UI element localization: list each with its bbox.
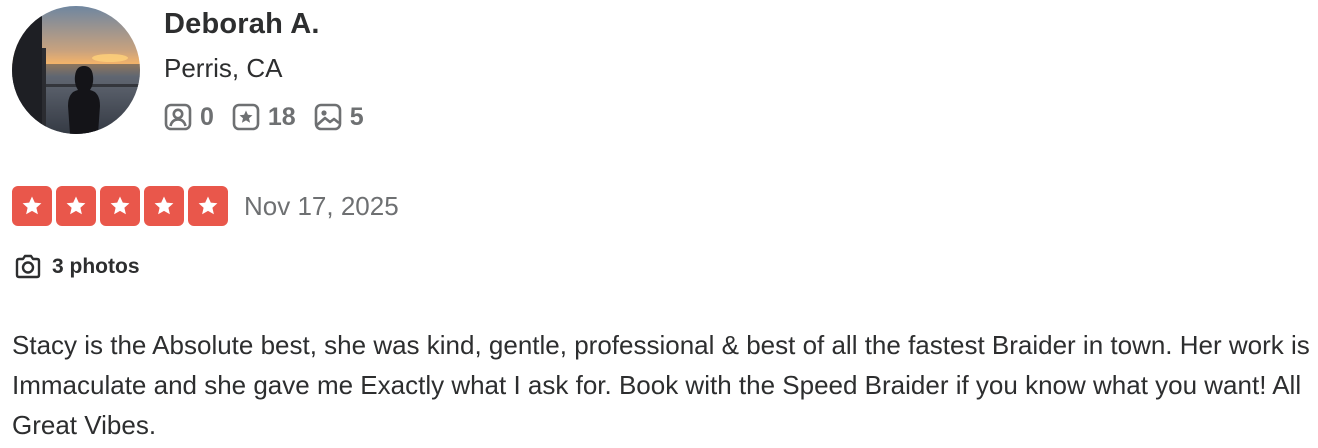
camera-icon [15,254,41,279]
user-location: Perris, CA [164,53,283,83]
user-avatar[interactable] [12,6,140,134]
user-stats: 0 18 5 [164,101,382,133]
photos-label: 3 photos [52,255,140,278]
star-icon [56,186,96,226]
photos-stat: 5 [314,103,364,132]
star-rating [12,186,232,226]
rating-row: Nov 17, 2025 [12,186,399,226]
photos-icon [314,103,342,131]
photos-count: 5 [349,102,364,131]
friends-count: 0 [200,102,214,131]
user-name[interactable]: Deborah A. [164,8,320,41]
reviews-stat: 18 [232,103,296,132]
review-date: Nov 17, 2025 [244,190,399,221]
review-text: Stacy is the Absolute best, she was kind… [12,330,1310,440]
star-icon [12,186,52,226]
star-icon [144,186,184,226]
avatar-image [12,6,140,134]
reviews-icon [232,103,260,131]
friends-icon [164,103,192,131]
star-icon [100,186,140,226]
reviews-count: 18 [267,102,296,131]
review-photos-link[interactable]: 3 photos [14,252,140,282]
star-icon [188,186,228,226]
friends-stat: 0 [164,103,214,132]
